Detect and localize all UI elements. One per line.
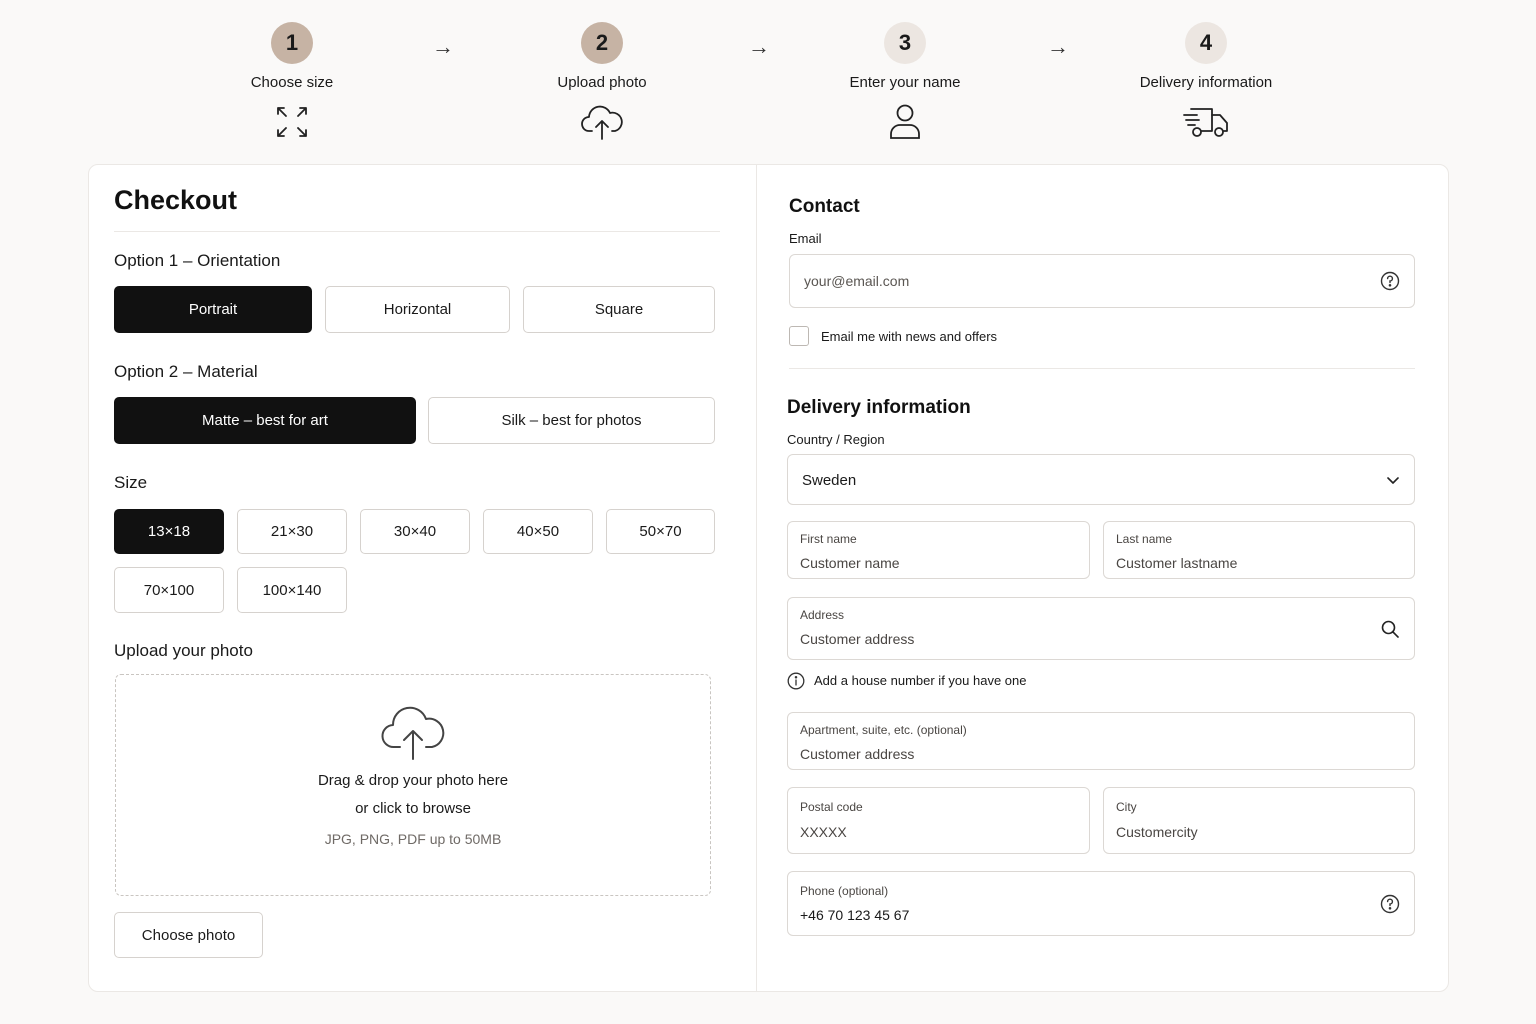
- step-3-number: 3: [884, 22, 926, 64]
- help-icon[interactable]: [1380, 271, 1400, 291]
- size-100x140-button[interactable]: 100×140: [237, 567, 347, 613]
- step-arrow-1: →: [432, 34, 454, 59]
- size-title: Size: [114, 473, 148, 492]
- email-field[interactable]: your@email.com: [789, 254, 1415, 308]
- newsletter-label: Email me with news and offers: [821, 329, 998, 344]
- step-arrow-3: →: [1047, 34, 1069, 59]
- material-matte-button[interactable]: Matte – best for art: [114, 397, 416, 444]
- checkout-card: Checkout Option 1 – Orientation Portrait…: [88, 164, 1449, 992]
- postal-code-label: Postal code: [800, 800, 863, 814]
- material-silk-button[interactable]: Silk – best for photos: [428, 397, 715, 444]
- email-placeholder: your@email.com: [804, 273, 910, 289]
- last-name-label: Last name: [1116, 532, 1173, 546]
- last-name-field[interactable]: Last name Customer lastname: [1103, 521, 1415, 579]
- contact-title: Contact: [789, 196, 860, 217]
- city-field[interactable]: City Customercity: [1103, 787, 1415, 854]
- country-value: Sweden: [802, 472, 857, 489]
- size-50x70-button[interactable]: 50×70: [606, 509, 715, 554]
- apartment-field[interactable]: Apartment, suite, etc. (optional) Custom…: [787, 712, 1415, 770]
- step-2-label: Upload photo: [557, 74, 647, 91]
- resize-arrows-icon: [172, 103, 412, 141]
- first-name-value: Customer name: [800, 555, 900, 571]
- apartment-value: Customer address: [800, 746, 915, 762]
- help-icon[interactable]: [1380, 894, 1400, 914]
- page-title: Checkout: [114, 185, 238, 215]
- phone-label: Phone (optional): [800, 884, 889, 898]
- size-40x50-button[interactable]: 40×50: [483, 509, 593, 554]
- first-name-label: First name: [800, 532, 857, 546]
- step-2-number: 2: [581, 22, 623, 64]
- country-select[interactable]: Sweden: [787, 454, 1415, 505]
- address-label: Address: [800, 608, 845, 622]
- step-3[interactable]: 3 Enter your name: [785, 22, 1025, 141]
- contact-divider: [789, 368, 1415, 369]
- address-value: Customer address: [800, 631, 915, 647]
- newsletter-checkbox[interactable]: [789, 326, 809, 346]
- postal-code-field[interactable]: Postal code XXXXX: [787, 787, 1090, 854]
- cloud-upload-icon: [482, 103, 722, 141]
- upload-dropzone[interactable]: Drag & drop your photo here or click to …: [115, 674, 711, 896]
- material-title: Option 2 – Material: [114, 362, 258, 381]
- user-icon: [785, 103, 1025, 141]
- step-4[interactable]: 4 Delivery information: [1086, 22, 1326, 141]
- orientation-title: Option 1 – Orientation: [114, 251, 281, 270]
- info-icon: [787, 672, 805, 695]
- choose-photo-button[interactable]: Choose photo: [114, 912, 263, 958]
- delivery-title: Delivery information: [787, 397, 971, 418]
- orientation-square-button[interactable]: Square: [523, 286, 715, 333]
- address-hint: Add a house number if you have one: [814, 673, 1027, 688]
- size-13x18-button[interactable]: 13×18: [114, 509, 224, 554]
- search-icon[interactable]: [1380, 619, 1400, 639]
- cloud-upload-icon: [116, 703, 710, 761]
- upload-title: Upload your photo: [114, 641, 253, 660]
- orientation-portrait-button[interactable]: Portrait: [114, 286, 312, 333]
- step-2[interactable]: 2 Upload photo: [482, 22, 722, 141]
- step-1-number: 1: [271, 22, 313, 64]
- apartment-label: Apartment, suite, etc. (optional): [800, 723, 967, 737]
- first-name-field[interactable]: First name Customer name: [787, 521, 1090, 579]
- chevron-down-icon: [1386, 473, 1400, 487]
- step-4-label: Delivery information: [1139, 74, 1273, 91]
- step-1-label: Choose size: [250, 74, 334, 91]
- step-1[interactable]: 1 Choose size: [172, 22, 412, 141]
- upload-file-types: JPG, PNG, PDF up to 50MB: [324, 831, 502, 847]
- city-value: Customercity: [1116, 824, 1198, 840]
- email-label: Email: [789, 231, 822, 246]
- size-70x100-button[interactable]: 70×100: [114, 567, 224, 613]
- size-21x30-button[interactable]: 21×30: [237, 509, 347, 554]
- step-arrow-2: →: [748, 34, 770, 59]
- last-name-value: Customer lastname: [1116, 555, 1238, 571]
- step-4-number: 4: [1185, 22, 1227, 64]
- country-label: Country / Region: [787, 432, 885, 447]
- title-divider: [114, 231, 720, 232]
- size-30x40-button[interactable]: 30×40: [360, 509, 470, 554]
- orientation-horizontal-button[interactable]: Horizontal: [325, 286, 510, 333]
- card-divider: [756, 165, 757, 991]
- phone-field[interactable]: Phone (optional) +46 70 123 45 67: [787, 871, 1415, 936]
- upload-instructions: Drag & drop your photo here: [317, 772, 509, 789]
- phone-value: +46 70 123 45 67: [800, 907, 910, 923]
- address-field[interactable]: Address Customer address: [787, 597, 1415, 660]
- city-label: City: [1116, 800, 1137, 814]
- upload-browse-text: or click to browse: [355, 800, 471, 817]
- delivery-truck-icon: [1086, 103, 1326, 141]
- step-3-label: Enter your name: [849, 74, 961, 91]
- postal-code-value: XXXXX: [800, 824, 847, 840]
